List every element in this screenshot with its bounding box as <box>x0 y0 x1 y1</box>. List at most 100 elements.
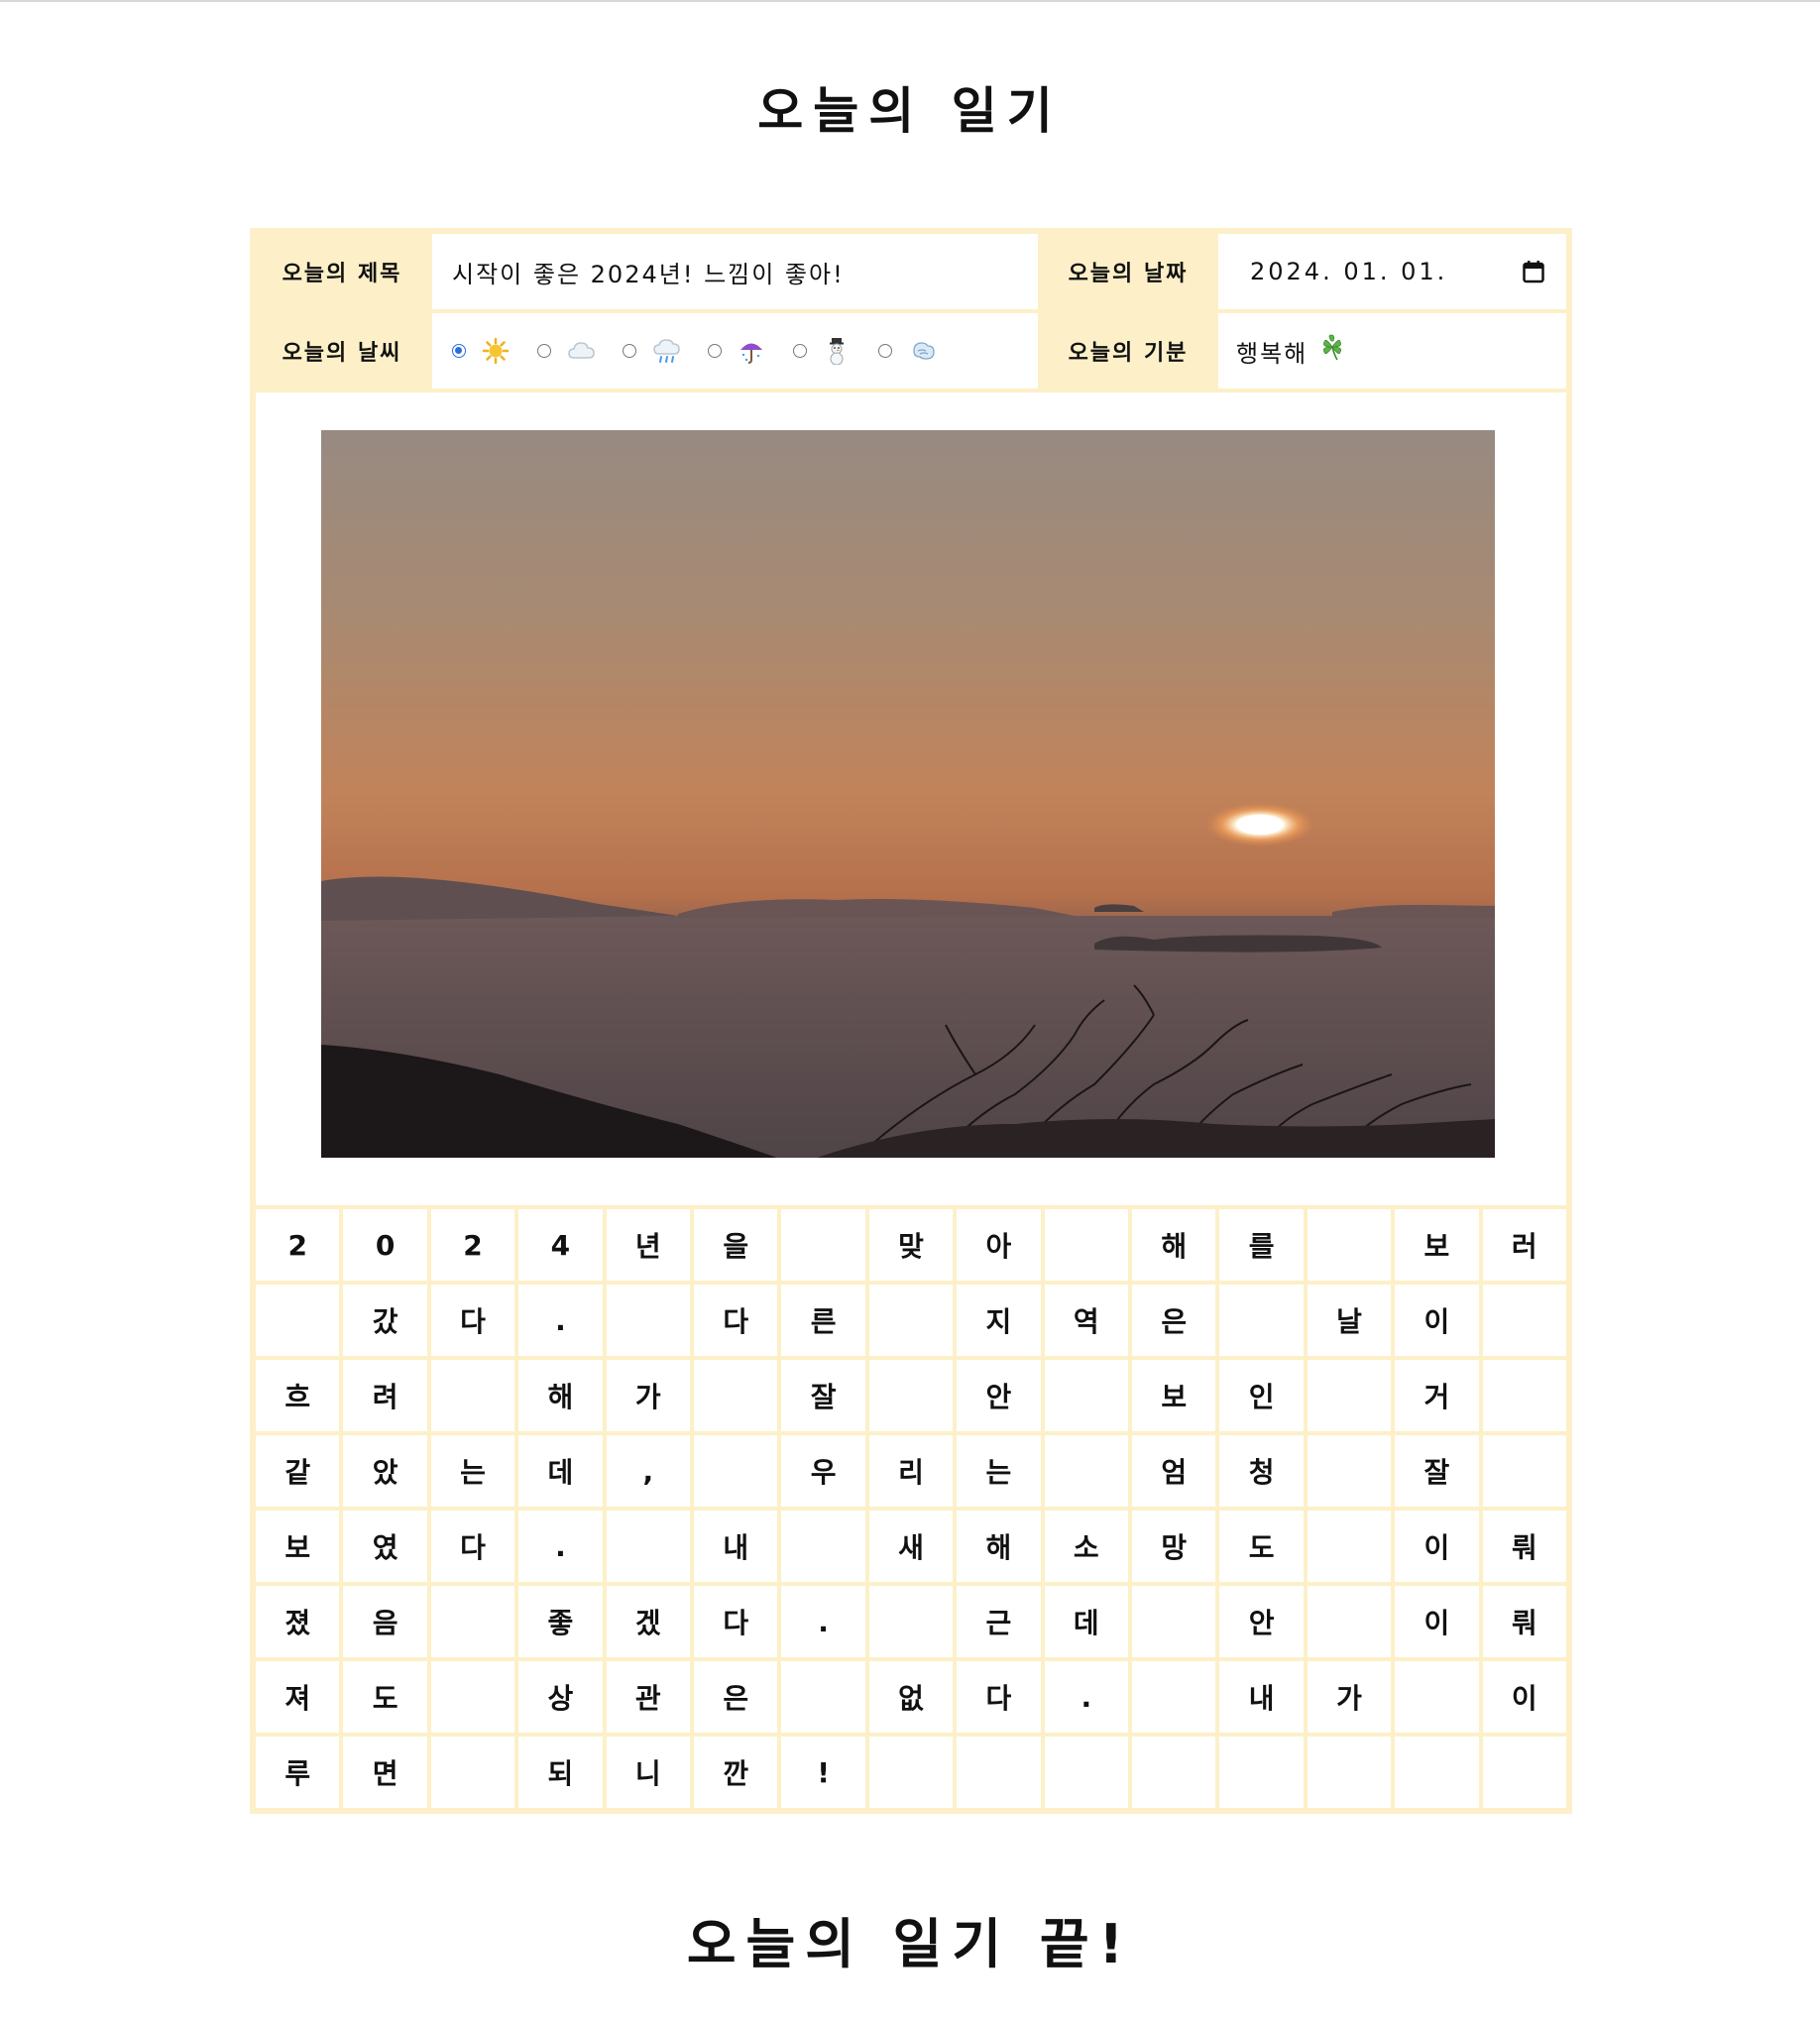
manuscript-cell: 관 <box>606 1661 690 1733</box>
manuscript-cell: 아 <box>957 1209 1041 1281</box>
manuscript-cell: . <box>1044 1661 1128 1733</box>
manuscript-cell: 데 <box>518 1435 603 1507</box>
manuscript-cell: 이 <box>1482 1661 1566 1733</box>
manuscript-cell <box>1482 1737 1566 1808</box>
manuscript-cell: , <box>606 1435 690 1507</box>
manuscript-cell <box>868 1737 954 1808</box>
manuscript-cell: 2 <box>256 1209 340 1281</box>
manuscript-cell: 니 <box>606 1737 690 1808</box>
manuscript-cell: 져 <box>256 1661 340 1733</box>
manuscript-cell: 새 <box>868 1511 954 1582</box>
manuscript-cell <box>1132 1737 1216 1808</box>
manuscript-cell: 면 <box>343 1737 427 1808</box>
manuscript-cell <box>1307 1737 1392 1808</box>
date-value: 2024. 01. 01. <box>1250 258 1448 285</box>
manuscript-cell: . <box>781 1586 865 1657</box>
snowman-icon <box>823 337 851 366</box>
manuscript-cell: 다 <box>694 1285 778 1356</box>
calendar-icon[interactable] <box>1523 260 1544 283</box>
title-label: 오늘의 제목 <box>256 234 428 309</box>
manuscript-cell: 해 <box>1132 1209 1216 1281</box>
weather-radio-cloud[interactable] <box>537 344 551 358</box>
wind-icon <box>908 337 936 365</box>
mood-field[interactable]: 행복해 <box>1218 313 1566 389</box>
manuscript-cell: 2 <box>430 1209 515 1281</box>
manuscript-cell <box>781 1209 865 1281</box>
manuscript-cell: 지 <box>957 1285 1041 1356</box>
manuscript-cell: 을 <box>694 1209 778 1281</box>
manuscript-cell: 날 <box>1307 1285 1392 1356</box>
manuscript-cell: 엄 <box>1132 1435 1216 1507</box>
weather-radio-wind[interactable] <box>878 344 892 358</box>
manuscript-cell: 내 <box>1219 1661 1304 1733</box>
manuscript-cell: 청 <box>1219 1435 1304 1507</box>
manuscript-cell: 깐 <box>694 1737 778 1808</box>
manuscript-cell <box>606 1511 690 1582</box>
manuscript-cell <box>1044 1360 1128 1431</box>
manuscript-cell: 없 <box>868 1661 954 1733</box>
manuscript-cell: 였 <box>343 1511 427 1582</box>
manuscript-cell: 내 <box>694 1511 778 1582</box>
weather-option-sun[interactable] <box>452 337 510 365</box>
manuscript-cell <box>1395 1737 1479 1808</box>
manuscript-cell: 겠 <box>606 1586 690 1657</box>
manuscript-cell <box>1307 1586 1392 1657</box>
manuscript-cell <box>1132 1586 1216 1657</box>
manuscript-cell: 았 <box>343 1435 427 1507</box>
weather-option-wind[interactable] <box>878 337 936 365</box>
manuscript-cell: . <box>518 1285 603 1356</box>
manuscript-cell: 역 <box>1044 1285 1128 1356</box>
manuscript-cell: 4 <box>518 1209 603 1281</box>
weather-label: 오늘의 날씨 <box>256 313 428 389</box>
weather-radio-rain-cloud[interactable] <box>623 344 636 358</box>
weather-radio-group <box>432 313 1038 389</box>
manuscript-cell <box>781 1511 865 1582</box>
manuscript-cell: 음 <box>343 1586 427 1657</box>
manuscript-cell: 잘 <box>1395 1435 1479 1507</box>
manuscript-cell: 거 <box>1395 1360 1479 1431</box>
manuscript-cell: 우 <box>781 1435 865 1507</box>
manuscript-cell: 해 <box>957 1511 1041 1582</box>
manuscript-cell: 망 <box>1132 1511 1216 1582</box>
manuscript-cell: 러 <box>1482 1209 1566 1281</box>
manuscript-cell: 흐 <box>256 1360 340 1431</box>
weather-radio-snowman[interactable] <box>793 344 807 358</box>
manuscript-cell: 가 <box>606 1360 690 1431</box>
manuscript-cell: 은 <box>1132 1285 1216 1356</box>
manuscript-cell: 려 <box>343 1360 427 1431</box>
manuscript-cell <box>694 1360 778 1431</box>
manuscript-cell: 른 <box>781 1285 865 1356</box>
manuscript-cell <box>694 1435 778 1507</box>
manuscript-cell: 다 <box>430 1285 515 1356</box>
weather-option-cloud[interactable] <box>537 337 595 365</box>
page-title: 오늘의 일기 <box>757 82 1063 140</box>
manuscript-cell: 해 <box>518 1360 603 1431</box>
rain-cloud-icon <box>652 337 680 365</box>
manuscript-cell: 보 <box>1132 1360 1216 1431</box>
manuscript-cell: 인 <box>1219 1360 1304 1431</box>
diary-sheet: 오늘의 제목 시작이 좋은 2024년! 느낌이 좋아! 오늘의 날짜 2024… <box>250 228 1572 1814</box>
title-field[interactable]: 시작이 좋은 2024년! 느낌이 좋아! <box>432 234 1038 309</box>
weather-option-umbrella[interactable] <box>708 337 765 365</box>
manuscript-cell: 이 <box>1395 1511 1479 1582</box>
manuscript-cell <box>430 1661 515 1733</box>
manuscript-cell: 안 <box>1219 1586 1304 1657</box>
weather-radio-umbrella[interactable] <box>708 344 722 358</box>
manuscript-cell: 은 <box>694 1661 778 1733</box>
manuscript-cell <box>1044 1737 1128 1808</box>
manuscript-cell: 데 <box>1044 1586 1128 1657</box>
date-label: 오늘의 날짜 <box>1042 234 1214 309</box>
manuscript-cell: 0 <box>343 1209 427 1281</box>
weather-radio-sun[interactable] <box>452 344 466 358</box>
manuscript-cell <box>868 1285 954 1356</box>
manuscript-cell: 같 <box>256 1435 340 1507</box>
manuscript-cell <box>1307 1360 1392 1431</box>
manuscript-cell: 가 <box>1307 1661 1392 1733</box>
date-input[interactable]: 2024. 01. 01. <box>1218 234 1566 309</box>
manuscript-cell: 년 <box>606 1209 690 1281</box>
manuscript-cell: 다 <box>694 1586 778 1657</box>
weather-option-rain-cloud[interactable] <box>623 337 680 365</box>
weather-option-snowman[interactable] <box>793 337 851 366</box>
manuscript-cell: 이 <box>1395 1586 1479 1657</box>
manuscript-cell <box>1395 1661 1479 1733</box>
